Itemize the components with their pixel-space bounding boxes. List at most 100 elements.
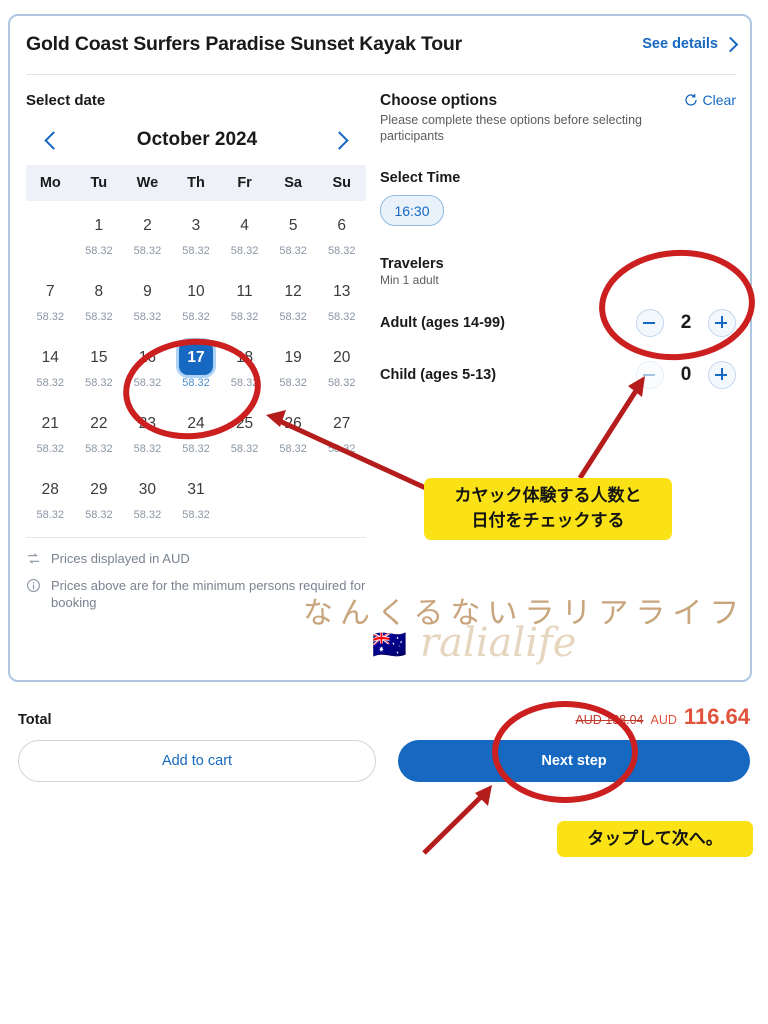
price-note-text: Prices displayed in AUD (51, 551, 190, 566)
original-price: AUD 138.04 (575, 713, 644, 727)
annotation-line-2: 日付をチェックする (471, 511, 625, 531)
calendar-cell-day[interactable]: 25 58.32 (220, 399, 269, 465)
watermark-script: ralialife (420, 620, 577, 666)
calendar-cell-day[interactable]: 20 58.32 (317, 333, 366, 399)
reset-circle-icon (684, 94, 697, 106)
calendar-cell-day[interactable]: 5 58.32 (269, 201, 318, 267)
total-row: Total AUD 138.04 AUD 116.64 (18, 704, 750, 730)
increment-button[interactable] (708, 361, 736, 389)
calendar-cell-day[interactable]: 10 58.32 (172, 267, 221, 333)
calendar-cell-day[interactable]: 23 58.32 (123, 399, 172, 465)
calendar-day-price: 58.32 (327, 443, 356, 455)
calendar-day-price: 58.32 (133, 245, 162, 257)
calendar-cell-day[interactable]: 30 58.32 (123, 465, 172, 531)
calendar-day-price: 58.32 (133, 311, 162, 323)
passenger-steppers: Adult (ages 14-99) 2 Child (ages 5-13) 0 (380, 297, 736, 401)
calendar-day-number: 28 (41, 481, 59, 498)
calendar-day-price: 58.32 (279, 377, 307, 389)
select-time-section: Select Time 16:30 (380, 170, 736, 226)
calendar-day-price: 58.32 (36, 377, 65, 389)
decrement-button[interactable] (636, 361, 664, 389)
calendar-day-number: 26 (284, 415, 302, 432)
calendar-day-number: 10 (187, 283, 205, 300)
calendar-day-price: 58.32 (230, 377, 259, 389)
calendar-days-grid[interactable]: 1 58.32 2 58.32 3 58.32 4 58.32 5 58.32 6 58.32 7 58.… (26, 201, 366, 531)
calendar-month-label: October 2024 (136, 129, 258, 150)
calendar-day-number: 13 (333, 283, 351, 300)
calendar-cell-day[interactable]: 31 58.32 (172, 465, 221, 531)
travelers-section: Travelers Min 1 adult (380, 256, 736, 287)
calendar-day-number: 7 (45, 283, 55, 300)
calendar-nav: October 2024 (26, 115, 366, 165)
annotation-note-travelers: カヤック体験する人数と 日付をチェックする (424, 478, 672, 540)
calendar-cell-day[interactable]: 24 58.32 (172, 399, 221, 465)
travelers-min-note: Min 1 adult (380, 273, 439, 287)
calendar-day-price: 58.32 (85, 311, 113, 323)
calendar-cell-day[interactable]: 12 58.32 (269, 267, 318, 333)
calendar-day-number: 1 (94, 217, 104, 234)
calendar-cell-day[interactable]: 1 58.32 (75, 201, 124, 267)
calendar-day-price: 58.32 (230, 311, 259, 323)
calendar-day-number: 23 (138, 415, 157, 432)
passenger-count: 2 (680, 312, 692, 333)
weekday-su: Su (332, 175, 351, 191)
calendar-day-price: 58.32 (85, 377, 113, 389)
calendar-day-price: 58.32 (85, 245, 113, 257)
next-step-button[interactable]: Next step (398, 740, 750, 782)
calendar-day-price: 58.32 (230, 245, 259, 257)
calendar-cell-day[interactable]: 29 58.32 (75, 465, 124, 531)
calendar-day-price: 58.32 (85, 509, 113, 521)
chevron-left-icon[interactable] (42, 129, 64, 151)
calendar-cell-day[interactable]: 3 58.32 (172, 201, 221, 267)
calendar-cell-day[interactable]: 11 58.32 (220, 267, 269, 333)
calendar-cell-day[interactable]: 27 58.32 (317, 399, 366, 465)
options-title: Choose options (380, 92, 498, 109)
annotation-note-tap: タップして次へ。 (557, 821, 753, 857)
calendar-day-price: 58.32 (279, 443, 307, 455)
calendar-day-number: 9 (143, 283, 152, 300)
calendar-day-number: 16 (138, 349, 157, 366)
decrement-button[interactable] (636, 309, 664, 337)
calendar-cell-day[interactable]: 9 58.32 (123, 267, 172, 333)
see-details-link[interactable]: See details (642, 36, 739, 52)
calendar-day-price: 58.32 (182, 311, 210, 323)
chevron-right-icon[interactable] (330, 129, 352, 151)
total-label: Total (18, 712, 52, 728)
calendar-cell-day[interactable]: 21 58.32 (26, 399, 75, 465)
passenger-count: 0 (680, 364, 692, 385)
passenger-type-label: Adult (ages 14-99) (380, 315, 505, 331)
increment-button[interactable] (708, 309, 736, 337)
calendar-cell-day[interactable]: 4 58.32 (220, 201, 269, 267)
calendar-cell-selected[interactable]: 17 58.32 (172, 333, 221, 399)
total-price: 116.64 (683, 704, 750, 729)
calendar-cell-day[interactable]: 19 58.32 (269, 333, 318, 399)
calendar-day-number: 27 (333, 415, 351, 432)
calendar-cell-day[interactable]: 13 58.32 (317, 267, 366, 333)
calendar-day-number: 18 (235, 349, 254, 366)
calendar-day-number: 19 (284, 349, 302, 366)
calendar-cell-day[interactable]: 16 58.32 (123, 333, 172, 399)
calendar-day-number: 24 (187, 415, 205, 432)
calendar-cell-day[interactable]: 6 58.32 (317, 201, 366, 267)
add-to-cart-button[interactable]: Add to cart (18, 740, 376, 782)
calendar-cell-day[interactable]: 22 58.32 (75, 399, 124, 465)
calendar-cell-day[interactable]: 18 58.32 (220, 333, 269, 399)
calendar-cell-day[interactable]: 28 58.32 (26, 465, 75, 531)
weekday-tu: Tu (90, 175, 108, 191)
calendar-day-number: 14 (41, 349, 59, 366)
action-buttons: Add to cart Next step (18, 740, 750, 782)
time-option-chip[interactable]: 16:30 (380, 195, 444, 226)
calendar-cell-day[interactable]: 8 58.32 (75, 267, 124, 333)
calendar-day-number: 5 (288, 217, 298, 234)
calendar-day-price: 58.32 (327, 377, 356, 389)
calendar-cell-day[interactable]: 14 58.32 (26, 333, 75, 399)
clear-button[interactable]: Clear (684, 92, 736, 108)
calendar-day-number: 15 (90, 349, 108, 366)
calendar-cell-day[interactable]: 26 58.32 (269, 399, 318, 465)
calendar-day-price: 58.32 (133, 443, 162, 455)
calendar-cell-day[interactable]: 7 58.32 (26, 267, 75, 333)
calendar-cell-day[interactable]: 15 58.32 (75, 333, 124, 399)
currency-exchange-icon (26, 551, 42, 571)
calendar-cell-day[interactable]: 2 58.32 (123, 201, 172, 267)
weekday-mo: Mo (39, 175, 61, 191)
